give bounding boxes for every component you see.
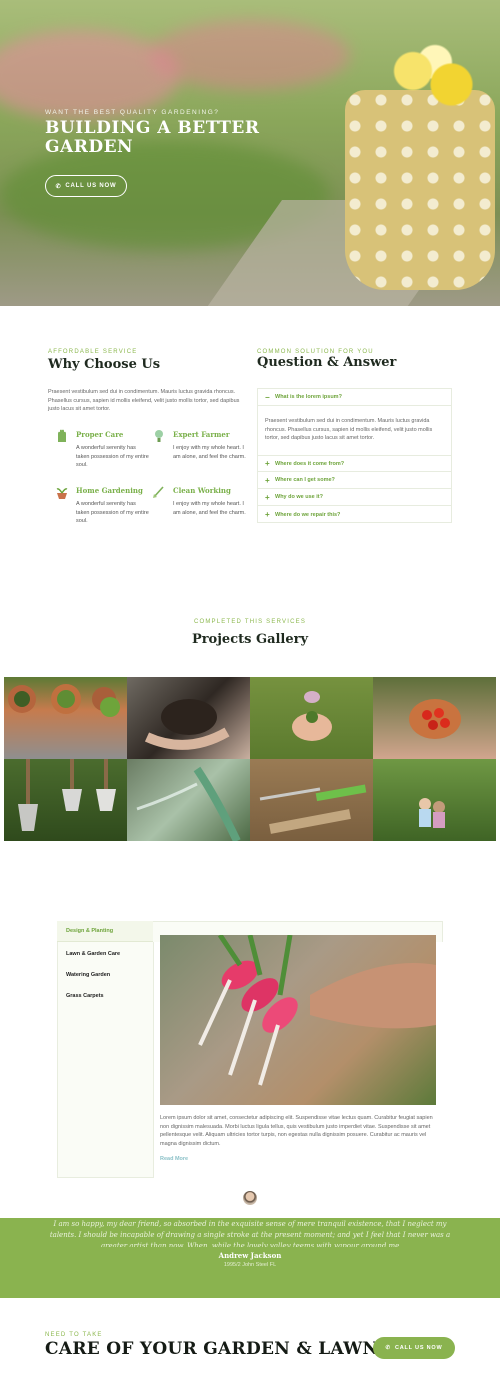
feature-text: I enjoy with my whole heart. I am alone,… bbox=[173, 445, 246, 460]
radish-illustration bbox=[198, 935, 436, 1086]
spades-image bbox=[18, 759, 116, 831]
gallery-tile-potted-plants[interactable] bbox=[4, 677, 127, 759]
gallery-tile-children-in-garden[interactable] bbox=[373, 759, 496, 841]
qa-item[interactable]: + Why do we use it? bbox=[258, 489, 451, 506]
potted-plants-image bbox=[8, 684, 120, 717]
tomatoes-image bbox=[409, 699, 461, 739]
gallery-tile-hands-with-seedling[interactable] bbox=[250, 677, 373, 759]
tulip-blur bbox=[0, 30, 180, 120]
tab-watering-garden[interactable]: Watering Garden bbox=[57, 964, 153, 985]
read-more-link[interactable]: Read More bbox=[160, 1156, 188, 1162]
gallery-tile-garden-spades[interactable] bbox=[4, 759, 127, 841]
tab-grass-carpets[interactable]: Grass Carpets bbox=[57, 985, 153, 1006]
projects-gallery bbox=[4, 677, 496, 841]
why-text: Praesent vestibulum sed dui in condiment… bbox=[48, 389, 240, 412]
qa-question: What is the lorem ipsum? bbox=[275, 394, 342, 400]
children-image bbox=[419, 798, 445, 828]
qa-question: Why do we use it? bbox=[275, 494, 323, 500]
feature-title: Clean Working bbox=[173, 486, 231, 495]
minus-icon: − bbox=[265, 392, 270, 402]
qa-item[interactable]: + Where does it come from? bbox=[258, 455, 451, 472]
hero-call-label: CALL US NOW bbox=[65, 183, 117, 189]
qa-heading: COMMON SOLUTION FOR YOU Question & Answe… bbox=[257, 349, 452, 370]
seedling-hands-image bbox=[292, 691, 332, 741]
gallery-tile-watering-hose[interactable] bbox=[127, 759, 250, 841]
qa-accordion: − What is the lorem ipsum? Praesent vest… bbox=[257, 388, 452, 523]
plus-icon: + bbox=[265, 459, 270, 468]
feature-title: Proper Care bbox=[76, 430, 124, 439]
tab-lawn-garden-care[interactable]: Lawn & Garden Care bbox=[57, 943, 153, 964]
rake-image bbox=[259, 784, 367, 834]
avatar bbox=[243, 1191, 257, 1205]
tab-design-planting[interactable]: Design & Planting bbox=[57, 921, 153, 942]
cta-call-label: CALL US NOW bbox=[394, 1345, 443, 1351]
feature-title: Home Gardening bbox=[76, 486, 143, 495]
hero-title: BUILDING A BETTER GARDEN bbox=[45, 118, 260, 157]
qa-answer: Praesent vestibulum sed dui in condiment… bbox=[265, 418, 433, 441]
glove-icon bbox=[58, 429, 66, 442]
gallery-tile-hands-with-tomatoes[interactable] bbox=[373, 677, 496, 759]
testimonial-role: 1995/2 John Steel FL bbox=[223, 1262, 277, 1268]
feature-title: Expert Farmer bbox=[173, 430, 230, 439]
why-title: Why Choose Us bbox=[48, 357, 161, 372]
cta-call-button[interactable]: ✆ CALL US NOW bbox=[373, 1337, 455, 1359]
hose-image bbox=[136, 766, 241, 841]
qa-question: Where do we repair this? bbox=[275, 511, 341, 518]
plus-icon: + bbox=[265, 492, 270, 502]
hero-call-button[interactable]: ✆ CALL US NOW bbox=[45, 175, 127, 197]
qa-item-open[interactable]: − What is the lorem ipsum? bbox=[258, 389, 451, 406]
bulb-icon bbox=[155, 430, 163, 442]
phone-icon: ✆ bbox=[385, 1345, 391, 1351]
why-kicker: AFFORDABLE SERVICE bbox=[48, 349, 138, 355]
gallery-kicker: COMPLETED THIS SERVICES bbox=[193, 619, 307, 625]
qa-item[interactable]: + Where can I get some? bbox=[258, 472, 451, 489]
gallery-tile-rake-and-boots[interactable] bbox=[250, 759, 373, 841]
why-heading: AFFORDABLE SERVICE Why Choose Us bbox=[48, 349, 248, 372]
feature-text: I enjoy with my whole heart. I am alone,… bbox=[173, 501, 246, 516]
gallery-tile-hands-with-soil[interactable] bbox=[127, 677, 250, 759]
soil-hands-image bbox=[144, 699, 230, 750]
feature-text: A wonderful serenity has taken possessio… bbox=[76, 445, 149, 468]
shovel-icon bbox=[153, 486, 164, 498]
hero-subtitle: WANT THE BEST QUALITY GARDENING? bbox=[45, 109, 220, 116]
testimonial-quote: I am so happy, my dear friend, so absorb… bbox=[49, 1220, 451, 1247]
plant-pot-icon bbox=[56, 488, 68, 499]
qa-item[interactable]: + Where do we repair this? bbox=[258, 506, 451, 523]
gallery-title: Projects Gallery bbox=[191, 632, 309, 647]
plus-icon: + bbox=[265, 475, 270, 485]
tulip-blur bbox=[150, 20, 350, 90]
cta-title: CARE OF YOUR GARDEN & LAWN bbox=[45, 1339, 379, 1359]
qa-title: Question & Answer bbox=[257, 355, 397, 370]
qa-question: Where can I get some? bbox=[275, 477, 335, 483]
cta-kicker: NEED TO TAKE bbox=[45, 1332, 103, 1338]
flowers-image bbox=[380, 35, 490, 125]
radish-image bbox=[160, 935, 436, 1105]
testimonial-name: Andrew Jackson bbox=[218, 1251, 282, 1260]
qa-question: Where does it come from? bbox=[275, 460, 345, 467]
plus-icon: + bbox=[265, 510, 270, 519]
tab-panel-text: Lorem ipsum dolor sit amet, consectetur … bbox=[160, 1115, 433, 1147]
phone-icon: ✆ bbox=[55, 183, 62, 190]
feature-text: A wonderful serenity has taken possessio… bbox=[76, 501, 149, 524]
